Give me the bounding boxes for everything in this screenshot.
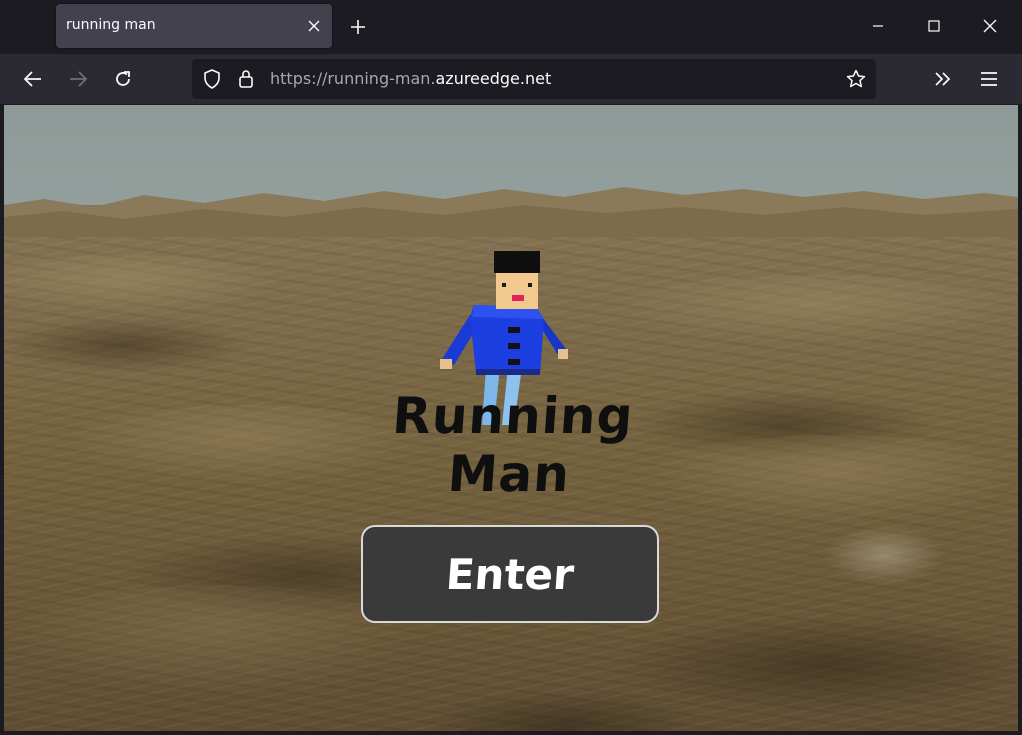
terrain-ridge <box>4 255 284 315</box>
navigation-bar: https://running-man.azureedge.net <box>0 54 1022 104</box>
title-bar: running man <box>0 0 1022 54</box>
menu-hamburger-icon[interactable] <box>977 67 1001 91</box>
rock <box>824 525 944 585</box>
url-bar[interactable]: https://running-man.azureedge.net <box>192 59 876 99</box>
game-title: Running Man <box>390 387 636 503</box>
tab-title: running man <box>66 17 156 33</box>
bookmark-star-icon[interactable] <box>844 67 868 91</box>
shield-icon[interactable] <box>200 67 224 91</box>
forward-arrow-right-icon[interactable] <box>66 67 90 91</box>
maximize-icon[interactable] <box>922 14 946 38</box>
minimize-icon[interactable] <box>866 14 890 38</box>
url-domain: azureedge.net <box>435 69 552 88</box>
browser-window: running man https://running-man.azureedg… <box>0 0 1022 735</box>
new-tab-plus-icon[interactable] <box>346 15 370 39</box>
game-viewport[interactable]: Running Man Enter <box>4 105 1018 731</box>
tab-running-man[interactable]: running man <box>56 4 332 48</box>
url-prefix: https://running-man. <box>270 69 436 88</box>
enter-button-label: Enter <box>444 549 576 599</box>
tab-close-icon[interactable] <box>304 16 324 36</box>
terrain-horizon <box>4 187 1018 237</box>
url-text[interactable]: https://running-man.azureedge.net <box>270 69 551 88</box>
terrain-ridge <box>644 435 1018 525</box>
lock-icon[interactable] <box>234 67 258 91</box>
close-window-icon[interactable] <box>978 14 1002 38</box>
reload-icon[interactable] <box>111 67 135 91</box>
enter-button[interactable]: Enter <box>361 525 659 623</box>
terrain-ridge <box>604 275 1018 345</box>
overflow-chevron-double-right-icon[interactable] <box>931 67 955 91</box>
back-arrow-left-icon[interactable] <box>21 67 45 91</box>
